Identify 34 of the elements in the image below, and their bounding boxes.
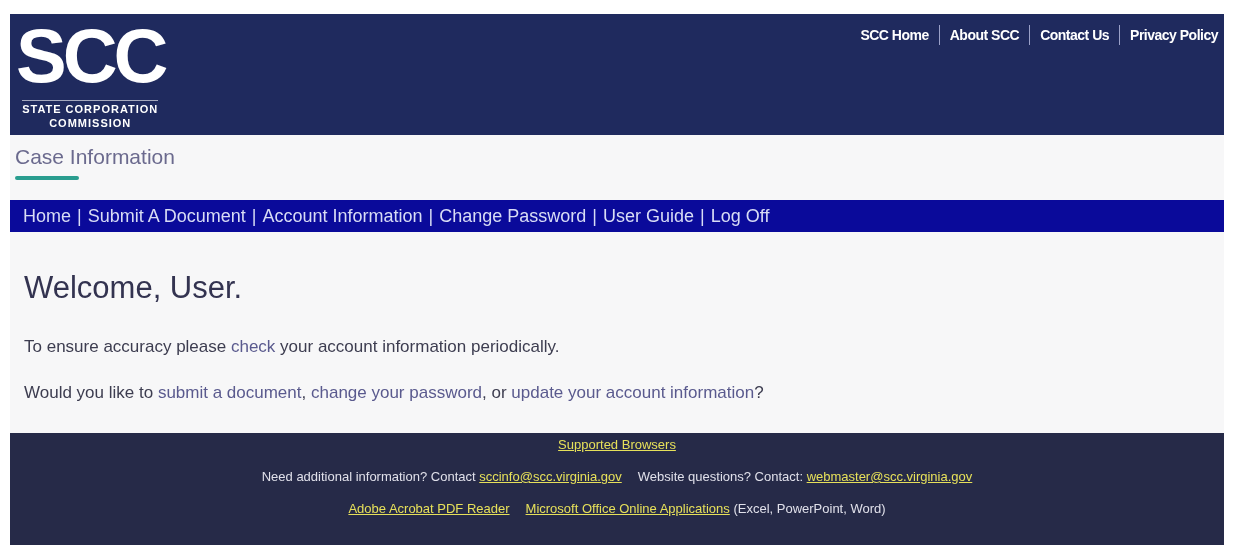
nav-link[interactable]: Home (23, 202, 71, 230)
text-link[interactable]: webmaster@scc.virginia.gov (806, 469, 973, 485)
text-link[interactable]: change your password (310, 383, 482, 402)
footer-text: (Excel, PowerPoint, Word) (732, 501, 886, 517)
body-text: Would you like to submit a document, change your password, or update your account information? (24, 382, 765, 404)
header-link[interactable]: Contact Us (1040, 25, 1110, 46)
nav-link[interactable]: User Guide (603, 202, 695, 230)
text-link[interactable]: sccinfo@scc.virginia.gov (479, 469, 622, 485)
nav-link[interactable]: Log Off (710, 202, 770, 230)
page-title: Case Information (15, 145, 175, 169)
text-link[interactable]: submit a document (157, 383, 302, 402)
body-text: To ensure accuracy please check your account information periodically. (24, 336, 561, 358)
nav-link[interactable]: Change Password (439, 202, 587, 230)
text-link[interactable]: Adobe Acrobat PDF Reader (348, 501, 510, 517)
nav-separator: | (428, 204, 434, 228)
header-link[interactable]: Privacy Policy (1130, 25, 1218, 46)
nav-link[interactable]: Account Information (262, 202, 423, 230)
logo-text: COMMISSION (49, 116, 132, 130)
footer-text: Website questions? Contact: (637, 469, 804, 485)
header-link[interactable]: SCC Home (860, 25, 929, 46)
welcome-heading: Welcome, User. (24, 270, 244, 306)
text-link[interactable]: Supported Browsers (558, 437, 676, 453)
header-link[interactable]: About SCC (949, 25, 1020, 46)
text-link[interactable]: Microsoft Office Online Applications (525, 501, 730, 517)
nav-separator: | (251, 204, 257, 228)
nav-link[interactable]: Submit A Document (87, 202, 246, 230)
footer-text: Need additional information? Contact (261, 469, 477, 485)
text-link[interactable]: update your account information (511, 383, 755, 402)
nav-separator: | (77, 204, 82, 228)
logo-text: STATE CORPORATION (22, 100, 159, 116)
logo-mark: SCC (16, 18, 165, 94)
text-link[interactable]: check (230, 337, 276, 356)
nav-separator: | (700, 204, 705, 228)
nav-separator: | (592, 204, 598, 228)
